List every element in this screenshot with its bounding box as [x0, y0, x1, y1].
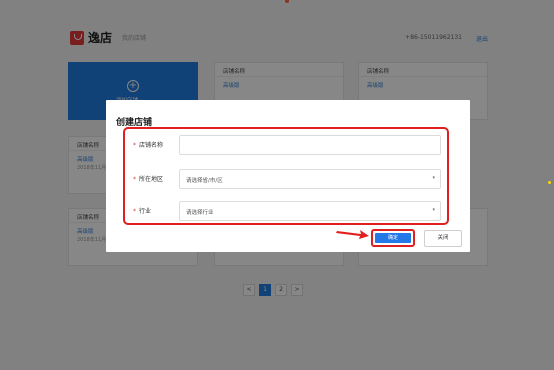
chevron-down-icon: ▾ — [432, 175, 435, 181]
industry-label: * 行业 — [133, 208, 152, 215]
shop-name-input[interactable] — [179, 135, 441, 155]
close-button[interactable]: 关闭 — [424, 230, 462, 247]
region-select[interactable]: 请选择省/市/区 ▾ — [179, 169, 441, 189]
region-placeholder: 请选择省/市/区 — [186, 178, 223, 184]
chevron-down-icon: ▾ — [432, 207, 435, 213]
create-shop-modal: 创建店铺 * 店铺名称 * 所在地区 请选择省/市/区 ▾ * 行业 请选择行业 ▾ … — [106, 100, 470, 252]
cursor-dot — [548, 181, 551, 184]
form-highlight-box: * 店铺名称 * 所在地区 请选择省/市/区 ▾ * 行业 请选择行业 ▾ — [123, 127, 449, 225]
pointer-arrow-icon — [336, 230, 369, 239]
shop-name-label: * 店铺名称 — [133, 142, 164, 149]
region-label: * 所在地区 — [133, 176, 164, 183]
confirm-button[interactable]: 确定 — [375, 233, 411, 243]
industry-placeholder: 请选择行业 — [186, 210, 214, 216]
industry-row: * 行业 请选择行业 ▾ — [125, 201, 447, 221]
industry-select[interactable]: 请选择行业 ▾ — [179, 201, 441, 221]
shop-name-row: * 店铺名称 — [125, 135, 447, 155]
region-row: * 所在地区 请选择省/市/区 ▾ — [125, 169, 447, 189]
confirm-highlight-box: 确定 — [371, 229, 415, 247]
